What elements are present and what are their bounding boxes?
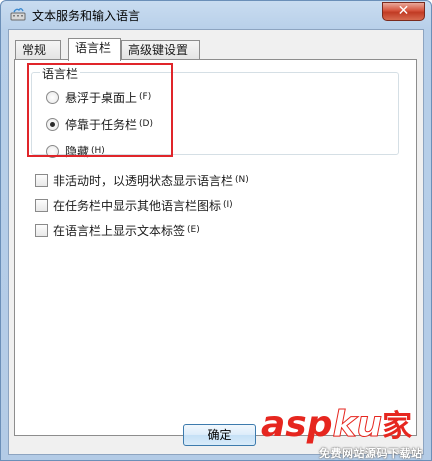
ok-button-label: 确定 [207, 428, 232, 442]
checkbox-label: 在语言栏上显示文本标签 [53, 223, 186, 238]
tab-language-bar[interactable]: 语言栏 [68, 38, 121, 61]
checkbox-transparent-when-inactive[interactable]: 非活动时，以透明状态显示语言栏 (N) [35, 172, 249, 188]
close-icon: ✕ [397, 3, 410, 19]
checkbox-show-extra-icons[interactable]: 在任务栏中显示其他语言栏图标 (I) [35, 197, 233, 213]
radio-label: 悬浮于桌面上 [65, 90, 138, 105]
radio-label: 隐藏 [65, 144, 90, 159]
watermark-brand: aspku家 [261, 404, 413, 447]
tab-advanced-key-settings[interactable]: 高级键设置 [121, 40, 200, 60]
radio-button-checked[interactable] [46, 117, 59, 131]
groupbox-title: 语言栏 [40, 65, 81, 82]
watermark-subtitle: 免费网站源码下载站 [319, 447, 423, 460]
radio-button[interactable] [46, 90, 59, 104]
mnemonic-hint: (D) [139, 119, 153, 129]
keyboard-icon [10, 8, 26, 21]
checkbox-show-text-labels[interactable]: 在语言栏上显示文本标签 (E) [35, 222, 200, 238]
checkbox-label: 非活动时，以透明状态显示语言栏 [53, 173, 234, 188]
mnemonic-hint: (I) [223, 200, 233, 210]
checkbox-box[interactable] [35, 223, 48, 237]
checkbox-box[interactable] [35, 173, 48, 187]
title-bar[interactable]: 文本服务和输入语言 ✕ [1, 1, 431, 29]
tab-label: 高级键设置 [128, 43, 189, 57]
mnemonic-hint: (E) [187, 225, 200, 235]
radio-button[interactable] [46, 144, 59, 158]
dialog-client-area: 常规 语言栏 高级键设置 语言栏 悬浮于桌面上 (F) 停靠于任务栏 (D) 隐… [8, 29, 424, 455]
watermark-jia-text: 家 [382, 409, 413, 444]
ok-button[interactable]: 确定 [183, 424, 256, 446]
mnemonic-hint: (N) [235, 175, 249, 185]
tab-label: 语言栏 [75, 41, 112, 55]
checkbox-label: 在任务栏中显示其他语言栏图标 [53, 198, 222, 213]
checkbox-box[interactable] [35, 198, 48, 212]
language-bar-groupbox: 语言栏 悬浮于桌面上 (F) 停靠于任务栏 (D) 隐藏 (H) [31, 65, 399, 159]
tab-general[interactable]: 常规 [15, 40, 61, 60]
watermark-ku-text: ku [332, 404, 383, 445]
window-title: 文本服务和输入语言 [32, 9, 141, 23]
mnemonic-hint: (H) [91, 146, 105, 156]
tab-label: 常规 [22, 43, 47, 57]
language-bar-panel: 语言栏 悬浮于桌面上 (F) 停靠于任务栏 (D) 隐藏 (H) 非活动时，以透… [14, 59, 417, 436]
mnemonic-hint: (F) [139, 92, 152, 102]
radio-hidden[interactable]: 隐藏 (H) [46, 143, 105, 159]
radio-dock-in-taskbar[interactable]: 停靠于任务栏 (D) [46, 116, 153, 132]
watermark-logo: aspku家 免费网站源码下载站 [261, 404, 432, 461]
close-button[interactable]: ✕ [382, 2, 425, 21]
watermark-asp-text: asp [261, 404, 333, 445]
radio-label: 停靠于任务栏 [65, 117, 138, 132]
radio-float-on-desktop[interactable]: 悬浮于桌面上 (F) [46, 89, 151, 105]
dialog-window: 文本服务和输入语言 ✕ 常规 语言栏 高级键设置 语言栏 悬浮于桌面上 (F) … [0, 0, 432, 461]
